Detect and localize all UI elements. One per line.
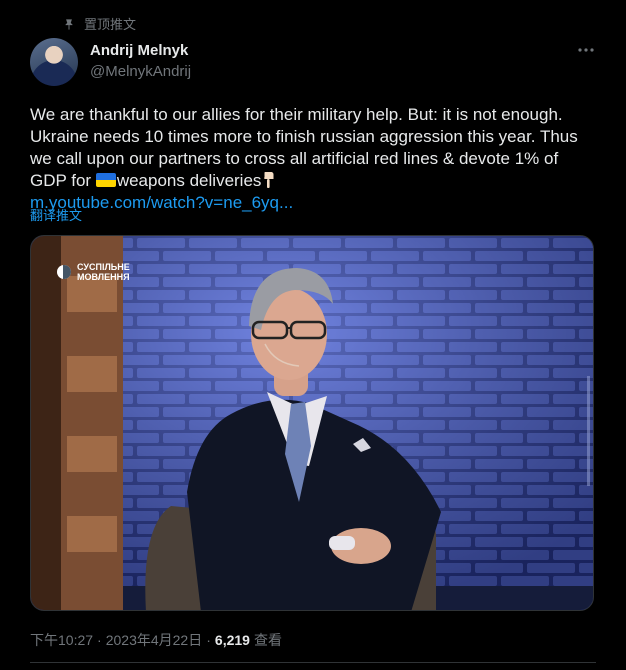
avatar[interactable] [30, 38, 78, 86]
translate-tweet-link[interactable]: 翻译推文 [30, 205, 82, 224]
meta-separator: · [97, 632, 102, 648]
logo-line: МОВЛЕННЯ [77, 272, 130, 282]
photo-man-seated [31, 236, 593, 610]
broadcaster-logo-icon [57, 265, 71, 279]
backhand-index-down-icon [264, 172, 274, 188]
broadcaster-logo: СУСПІЛЬНЕ МОВЛЕННЯ [57, 262, 130, 282]
tweet-metadata: 下午10:27 · 2023年4月22日 · 6,219 查看 [30, 630, 282, 650]
tweet-link[interactable]: m.youtube.com/watch?v=ne_6yq... [30, 192, 590, 214]
pinned-indicator: 置顶推文 [62, 14, 136, 33]
author-name[interactable]: Andrij Melnyk [90, 41, 191, 60]
tweet-line: Ukraine needs 10 times more to finish ru… [30, 127, 578, 146]
more-horizontal-icon [578, 48, 594, 52]
views-count: 6,219 [214, 632, 250, 648]
author-handle[interactable]: @MelnykAndrij [90, 62, 191, 81]
broadcaster-logo-text: СУСПІЛЬНЕ МОВЛЕННЯ [77, 262, 130, 282]
pinned-label: 置顶推文 [84, 17, 137, 32]
divider [30, 662, 596, 663]
tweet-line: GDP for weapons deliveries [30, 170, 590, 192]
more-button[interactable] [576, 40, 596, 60]
tweet-line-text: weapons deliveries [116, 171, 262, 190]
tweet-line-text: GDP for [30, 171, 96, 190]
ukraine-flag-icon [95, 173, 116, 187]
views-label: 查看 [253, 632, 282, 648]
logo-line: СУСПІЛЬНЕ [77, 262, 130, 272]
pin-icon [65, 18, 73, 30]
tweet-line: We are thankful to our allies for their … [30, 105, 563, 124]
author-block[interactable]: Andrij Melnyk @MelnykAndrij [90, 41, 191, 81]
tweet-media-image[interactable]: СУСПІЛЬНЕ МОВЛЕННЯ [30, 235, 594, 611]
tweet-text: We are thankful to our allies for their … [30, 104, 590, 214]
meta-separator: · [206, 632, 211, 648]
tweet-date[interactable]: 2023年4月22日 [106, 630, 203, 650]
tweet-time[interactable]: 下午10:27 [30, 630, 93, 650]
tweet-line: we call upon our partners to cross all a… [30, 149, 559, 168]
